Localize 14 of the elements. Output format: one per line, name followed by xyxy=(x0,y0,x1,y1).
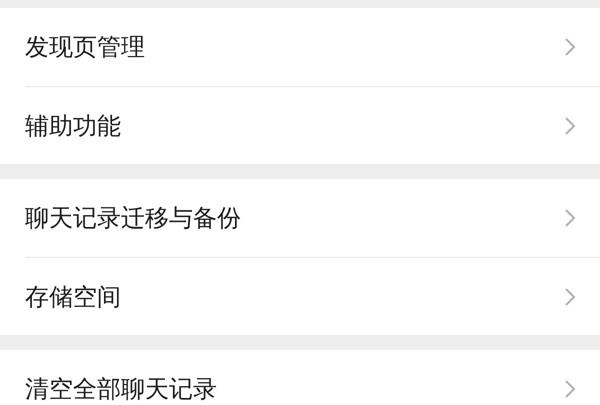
settings-row[interactable]: 发现页管理 xyxy=(25,8,600,86)
row-label: 发现页管理 xyxy=(25,32,145,63)
row-label: 辅助功能 xyxy=(25,110,121,142)
chevron-right-icon xyxy=(564,208,576,228)
chevron-right-icon xyxy=(564,379,576,399)
chevron-right-icon xyxy=(564,286,576,306)
row-label: 存储空间 xyxy=(25,282,121,312)
settings-row[interactable]: 聊天记录迁移与备份 xyxy=(25,179,600,257)
chevron-right-icon xyxy=(564,37,576,57)
chevron-right-icon xyxy=(564,116,576,136)
settings-row[interactable]: 辅助功能 xyxy=(25,86,600,164)
row-label: 清空全部聊天记录 xyxy=(25,374,217,405)
row-label: 聊天记录迁移与备份 xyxy=(25,203,241,234)
settings-row[interactable]: 存储空间 xyxy=(25,257,600,335)
